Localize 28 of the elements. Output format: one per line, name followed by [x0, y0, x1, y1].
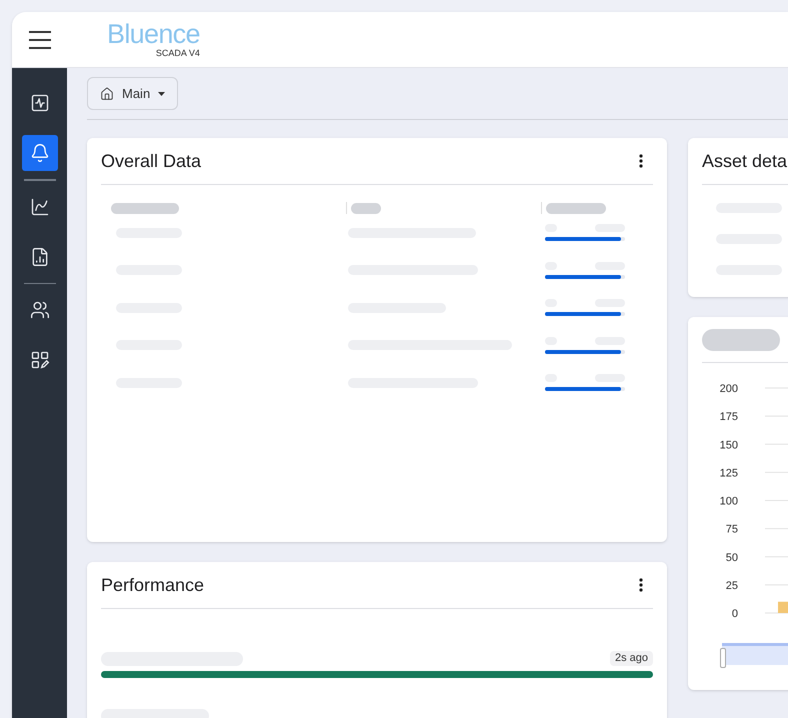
monitor-pulse-icon: [30, 93, 50, 113]
axis-tick-label: 50: [726, 552, 738, 564]
slider-handle[interactable]: [720, 648, 726, 668]
card-title: Performance: [101, 574, 204, 596]
line-chart-icon: [30, 196, 50, 216]
axis-tick-label: 200: [720, 383, 738, 395]
axis-tick-label: 125: [720, 467, 738, 480]
users-icon: [30, 300, 50, 320]
axis-tick-label: 0: [732, 608, 738, 620]
axis-tick-label: 150: [720, 439, 738, 452]
bell-icon: [30, 143, 50, 163]
grid-edit-icon: [30, 350, 50, 370]
axis-tick-label: 75: [726, 524, 738, 536]
more-vertical-icon: [639, 154, 643, 168]
caret-icon: [158, 92, 166, 96]
logo: Bluence: [107, 21, 200, 48]
card-title: Asset deta: [702, 150, 788, 172]
sidebar-item[interactable]: [22, 135, 58, 171]
time-ago-badge: 2s ago: [610, 651, 653, 666]
breadcrumb-dropdown[interactable]: Main: [87, 77, 178, 110]
home-icon: [100, 86, 114, 100]
file-chart-icon: [30, 246, 50, 266]
more-vertical-icon: [639, 578, 643, 592]
logo-subtitle: SCADA V4: [156, 49, 200, 58]
axis-tick-label: 25: [726, 580, 738, 592]
axis-tick-label: 100: [720, 496, 738, 508]
axis-tick-label: 175: [720, 411, 738, 424]
card-title: Overall Data: [101, 150, 202, 172]
